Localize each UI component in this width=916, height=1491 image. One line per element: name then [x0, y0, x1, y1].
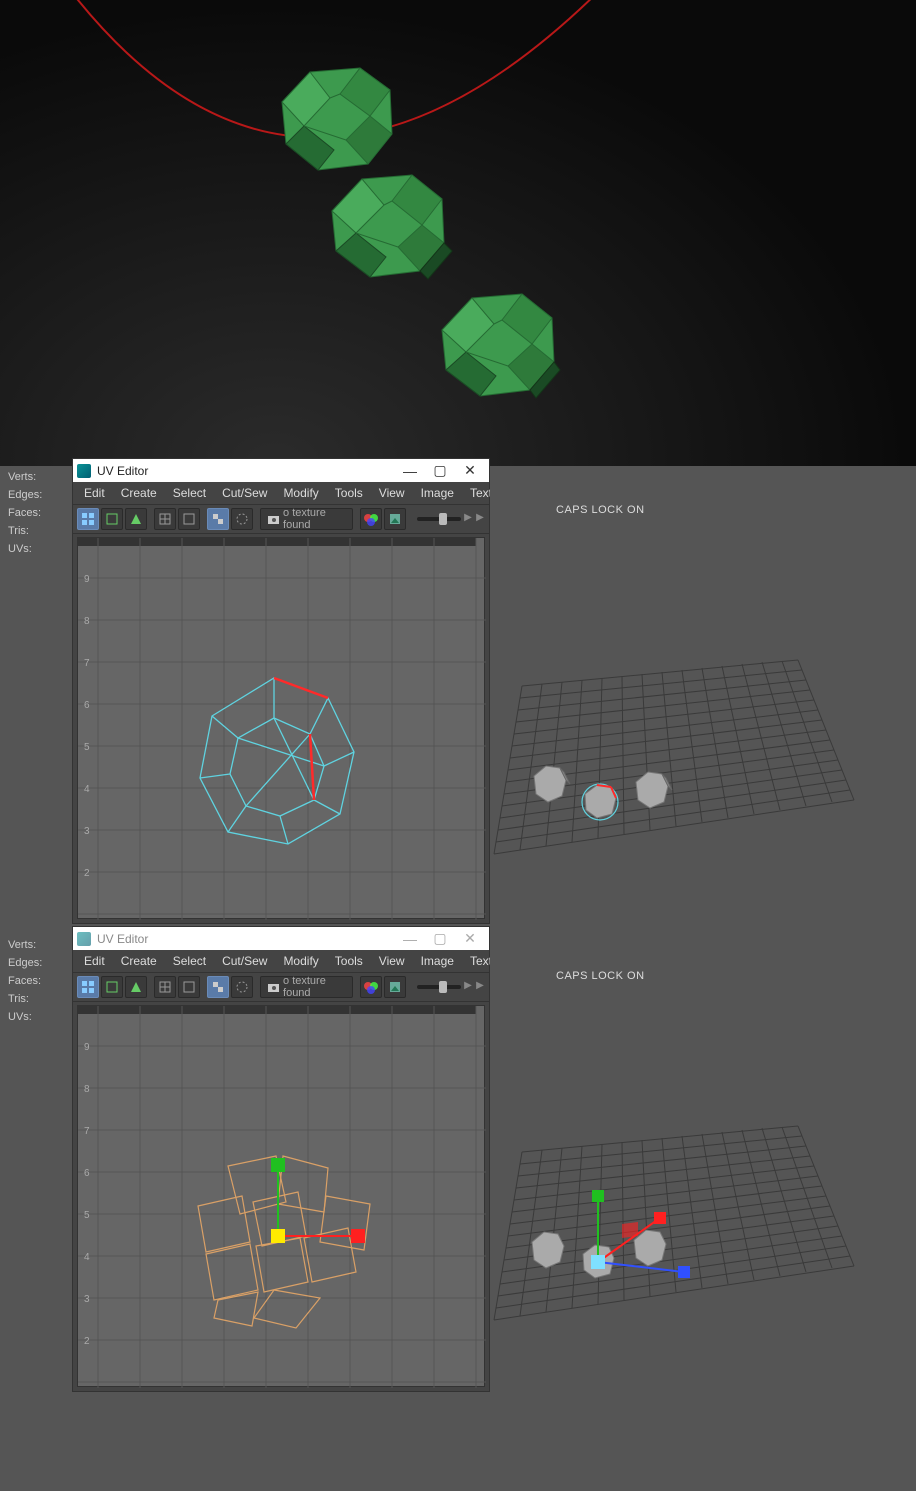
uv-canvas[interactable]: 9 8 7 6 5 4 3 2: [77, 1005, 485, 1387]
rgb-button[interactable]: [360, 508, 382, 530]
checker-button[interactable]: [207, 976, 229, 998]
menu-cutsew[interactable]: Cut/Sew: [215, 952, 274, 970]
texture-status[interactable]: o texture found: [260, 508, 353, 530]
texture-status-label: o texture found: [283, 975, 346, 999]
dim-button[interactable]: [231, 508, 253, 530]
wireframe-button[interactable]: [101, 508, 123, 530]
stat-verts: Verts:: [8, 468, 72, 486]
svg-text:5: 5: [84, 1210, 90, 1221]
menu-select[interactable]: Select: [166, 952, 213, 970]
menubar: Edit Create Select Cut/Sew Modify Tools …: [73, 950, 489, 972]
arrow-right-icon[interactable]: ▶: [475, 512, 485, 526]
viewport-main[interactable]: [0, 0, 916, 466]
svg-text:4: 4: [84, 1252, 90, 1263]
svg-text:5: 5: [84, 742, 90, 753]
dim-slider[interactable]: ▶ ▶: [417, 512, 485, 526]
menu-tools[interactable]: Tools: [328, 484, 370, 502]
menu-cutsew[interactable]: Cut/Sew: [215, 484, 274, 502]
viewport-scene: [0, 0, 916, 466]
menu-tools[interactable]: Tools: [328, 952, 370, 970]
rgb-button[interactable]: [360, 976, 382, 998]
menu-create[interactable]: Create: [114, 952, 164, 970]
menu-image[interactable]: Image: [414, 484, 461, 502]
camera-icon: [267, 980, 279, 994]
svg-text:3: 3: [84, 1294, 90, 1305]
image-button[interactable]: [384, 508, 406, 530]
shell-display-button[interactable]: [77, 508, 99, 530]
texture-status-label: o texture found: [283, 507, 346, 531]
toolbar: o texture found ▶ ▶: [73, 504, 489, 534]
menu-image[interactable]: Image: [414, 952, 461, 970]
titlebar[interactable]: UV Editor — ▢ ✕: [73, 459, 489, 482]
stat-verts: Verts:: [8, 936, 72, 954]
uv-editor-window: UV Editor — ▢ ✕ Edit Create Select Cut/S…: [72, 458, 490, 924]
stats-column: Verts: Edges: Faces: Tris: UVs:: [0, 466, 72, 558]
stat-tris: Tris:: [8, 990, 72, 1008]
arrow-right-icon[interactable]: ▶: [463, 980, 473, 994]
window-close-button[interactable]: ✕: [455, 930, 485, 947]
stat-tris: Tris:: [8, 522, 72, 540]
shell-display-button[interactable]: [77, 976, 99, 998]
stat-faces: Faces:: [8, 972, 72, 990]
menu-view[interactable]: View: [372, 484, 412, 502]
dim-button[interactable]: [231, 976, 253, 998]
app-icon: [77, 464, 91, 478]
grid2-button[interactable]: [178, 976, 200, 998]
checker-button[interactable]: [207, 508, 229, 530]
arrow-right-icon[interactable]: ▶: [475, 980, 485, 994]
menu-edit[interactable]: Edit: [77, 484, 112, 502]
lower-panels: Verts: Edges: Faces: Tris: UVs: Verts: E…: [0, 466, 916, 1491]
svg-text:7: 7: [84, 658, 90, 669]
menu-create[interactable]: Create: [114, 484, 164, 502]
texture-status[interactable]: o texture found: [260, 976, 353, 998]
svg-text:4: 4: [84, 784, 90, 795]
grid2-button[interactable]: [178, 508, 200, 530]
distortion-button[interactable]: [125, 976, 147, 998]
window-maximize-button[interactable]: ▢: [425, 930, 455, 947]
menu-edit[interactable]: Edit: [77, 952, 112, 970]
stat-edges: Edges:: [8, 486, 72, 504]
menubar: Edit Create Select Cut/Sew Modify Tools …: [73, 482, 489, 504]
stat-faces: Faces:: [8, 504, 72, 522]
svg-text:2: 2: [84, 1336, 90, 1347]
window-title: UV Editor: [97, 932, 148, 946]
app-icon: [77, 932, 91, 946]
viewport-secondary[interactable]: CAPS LOCK ON: [490, 932, 916, 1398]
grid1-button[interactable]: [154, 976, 176, 998]
camera-icon: [267, 512, 279, 526]
uv-editor-window: UV Editor — ▢ ✕ Edit Create Select Cut/S…: [72, 926, 490, 1392]
window-maximize-button[interactable]: ▢: [425, 462, 455, 479]
uv-canvas[interactable]: 9 8 7 6 5 4 3 2: [77, 537, 485, 919]
window-title: UV Editor: [97, 464, 148, 478]
stat-uvs: UVs:: [8, 1008, 72, 1026]
stat-edges: Edges:: [8, 954, 72, 972]
stat-uvs: UVs:: [8, 540, 72, 558]
svg-text:7: 7: [84, 1126, 90, 1137]
svg-text:9: 9: [84, 1042, 90, 1053]
window-close-button[interactable]: ✕: [455, 462, 485, 479]
toolbar: o texture found ▶ ▶: [73, 972, 489, 1002]
svg-text:8: 8: [84, 616, 90, 627]
distortion-button[interactable]: [125, 508, 147, 530]
svg-text:9: 9: [84, 574, 90, 585]
svg-text:6: 6: [84, 700, 90, 711]
svg-text:3: 3: [84, 826, 90, 837]
stats-column: Verts: Edges: Faces: Tris: UVs:: [0, 934, 72, 1026]
svg-text:6: 6: [84, 1168, 90, 1179]
menu-modify[interactable]: Modify: [276, 484, 325, 502]
dim-slider[interactable]: ▶ ▶: [417, 980, 485, 994]
menu-view[interactable]: View: [372, 952, 412, 970]
svg-text:8: 8: [84, 1084, 90, 1095]
window-minimize-button[interactable]: —: [395, 463, 425, 479]
grid1-button[interactable]: [154, 508, 176, 530]
menu-select[interactable]: Select: [166, 484, 213, 502]
viewport-secondary[interactable]: CAPS LOCK ON: [490, 466, 916, 932]
arrow-right-icon[interactable]: ▶: [463, 512, 473, 526]
svg-text:2: 2: [84, 868, 90, 879]
window-minimize-button[interactable]: —: [395, 931, 425, 947]
menu-modify[interactable]: Modify: [276, 952, 325, 970]
wireframe-button[interactable]: [101, 976, 123, 998]
titlebar[interactable]: UV Editor — ▢ ✕: [73, 927, 489, 950]
image-button[interactable]: [384, 976, 406, 998]
